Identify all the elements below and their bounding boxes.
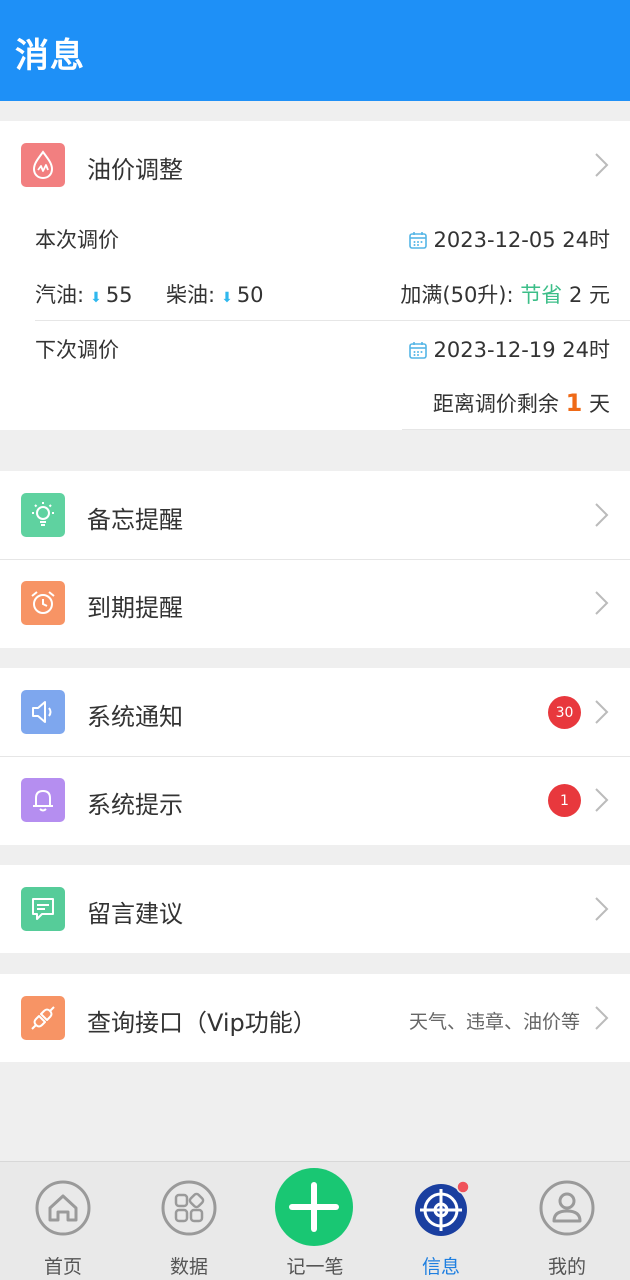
expiry-reminder-row[interactable]: 到期提醒 xyxy=(0,560,630,648)
save-value: 2 元 xyxy=(568,283,610,307)
system-notice-label: 系统通知 xyxy=(87,703,183,731)
memo-reminder-row[interactable]: 备忘提醒 xyxy=(0,471,630,559)
bell-icon xyxy=(21,778,65,822)
gasoline-value: 55 xyxy=(105,283,133,307)
alarm-clock-icon xyxy=(21,581,65,625)
tab-mine-label: 我的 xyxy=(547,1256,586,1278)
tab-mine[interactable]: 我的 xyxy=(504,1162,630,1280)
unread-count-badge: 1 xyxy=(548,784,581,817)
header-bar: 消息 xyxy=(0,0,630,101)
tab-data[interactable]: 数据 xyxy=(126,1162,252,1280)
user-profile-icon xyxy=(539,1180,595,1236)
chevron-right-icon xyxy=(595,788,609,812)
chevron-right-icon xyxy=(595,153,609,177)
speaker-icon xyxy=(21,690,65,734)
api-query-label: 查询接口（Vip功能） xyxy=(87,1009,317,1037)
next-adjust-date: 2023-12-19 24时 xyxy=(408,334,610,364)
tab-home[interactable]: 首页 xyxy=(0,1162,126,1280)
divider xyxy=(35,320,630,321)
current-adjust-date: 2023-12-05 24时 xyxy=(408,224,610,254)
api-query-row[interactable]: 查询接口（Vip功能） 天气、违章、油价等 xyxy=(0,974,630,1062)
fill-label: 加满(50升): xyxy=(400,283,514,307)
memo-reminder-label: 备忘提醒 xyxy=(87,506,183,534)
divider xyxy=(402,429,630,430)
reminders-card: 备忘提醒 到期提醒 xyxy=(0,471,630,648)
fill-up-savings: 加满(50升): 节省 2 元 xyxy=(400,279,610,309)
tab-add-record-label: 记一笔 xyxy=(286,1256,344,1278)
expiry-reminder-label: 到期提醒 xyxy=(87,594,183,622)
system-card: 系统通知 30 系统提示 1 xyxy=(0,668,630,845)
system-tip-row[interactable]: 系统提示 1 xyxy=(0,757,630,845)
tab-home-label: 首页 xyxy=(43,1256,82,1278)
tab-messages[interactable]: 信息 xyxy=(378,1162,504,1280)
current-adjust-label: 本次调价 xyxy=(35,228,119,252)
api-card: 查询接口（Vip功能） 天气、违章、油价等 xyxy=(0,974,630,1062)
feedback-row[interactable]: 留言建议 xyxy=(0,865,630,953)
page-title: 消息 xyxy=(15,36,85,76)
system-notice-row[interactable]: 系统通知 30 xyxy=(0,668,630,756)
api-query-hint: 天气、违章、油价等 xyxy=(408,1011,580,1033)
days-remaining: 距离调价剩余 1 天 xyxy=(433,388,610,418)
home-icon xyxy=(35,1180,91,1236)
chevron-right-icon xyxy=(595,700,609,724)
remain-suffix: 天 xyxy=(589,392,610,416)
grid-apps-icon xyxy=(161,1180,217,1236)
tab-messages-label: 信息 xyxy=(421,1256,460,1278)
remain-prefix: 距离调价剩余 xyxy=(432,392,559,416)
chevron-right-icon xyxy=(595,503,609,527)
tab-data-label: 数据 xyxy=(169,1256,208,1278)
chevron-right-icon xyxy=(595,591,609,615)
next-date-text: 2023-12-19 24时 xyxy=(433,338,610,362)
chevron-right-icon xyxy=(595,1006,609,1030)
lightbulb-icon xyxy=(21,493,65,537)
oil-price-title: 油价调整 xyxy=(87,156,183,184)
next-adjust-label: 下次调价 xyxy=(35,338,119,362)
oil-price-row[interactable]: 油价调整 xyxy=(0,121,630,209)
flame-icon xyxy=(21,143,65,187)
target-crosshair-icon xyxy=(415,1180,470,1236)
oil-price-card: 油价调整 本次调价 2023-12-05 24时 汽油: ⬇ 55 柴油: ⬇ 50 加… xyxy=(0,121,630,430)
calendar-icon xyxy=(408,232,427,249)
gasoline-change: 汽油: ⬇ 55 xyxy=(35,279,133,309)
plug-icon xyxy=(21,996,65,1040)
feedback-card: 留言建议 xyxy=(0,865,630,953)
diesel-change: 柴油: ⬇ 50 xyxy=(166,279,264,309)
unread-count-badge: 30 xyxy=(548,696,581,729)
system-tip-label: 系统提示 xyxy=(87,791,183,819)
diesel-label: 柴油: xyxy=(166,283,216,307)
diesel-value: 50 xyxy=(236,283,264,307)
feedback-label: 留言建议 xyxy=(87,900,183,928)
gasoline-label: 汽油: xyxy=(35,283,85,307)
remain-days: 1 xyxy=(565,389,583,417)
calendar-icon xyxy=(408,342,427,359)
chat-bubble-icon xyxy=(21,887,65,931)
down-arrow-icon: ⬇ xyxy=(90,290,102,306)
current-date-text: 2023-12-05 24时 xyxy=(433,228,610,252)
chevron-right-icon xyxy=(595,897,609,921)
plus-icon xyxy=(289,1182,339,1232)
save-label: 节省 xyxy=(520,283,563,307)
down-arrow-icon: ⬇ xyxy=(221,290,233,306)
add-record-button[interactable] xyxy=(275,1168,353,1246)
